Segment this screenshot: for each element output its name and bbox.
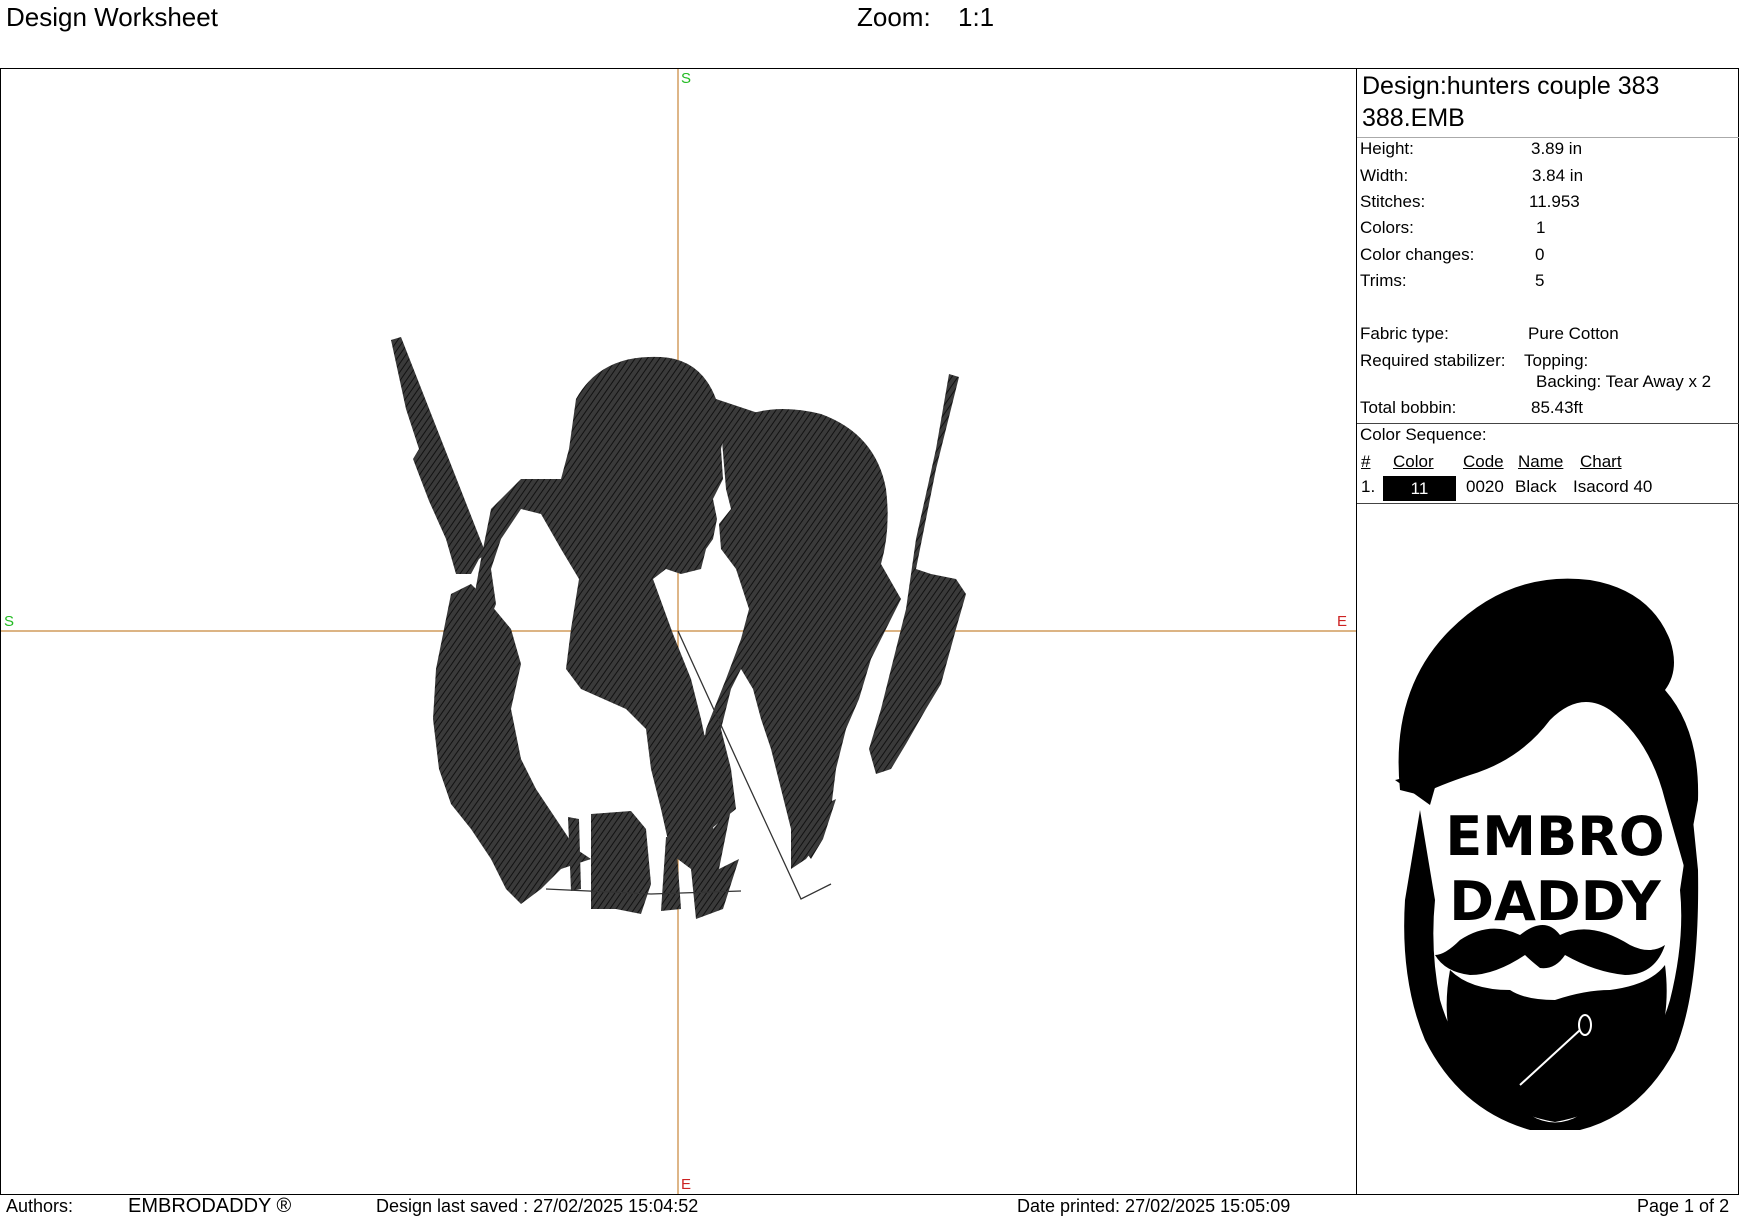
axis-left-label: S xyxy=(4,613,15,630)
width-value: 3.84 in xyxy=(1532,166,1584,185)
seq-header-num: # xyxy=(1361,452,1371,471)
authors-label: Authors: xyxy=(6,1196,74,1216)
worksheet-title: Design Worksheet xyxy=(6,2,218,32)
zoom-value: 1:1 xyxy=(958,2,995,32)
fabric-type-label: Fabric type: xyxy=(1360,324,1449,343)
seq-row-code: 0020 xyxy=(1466,477,1504,496)
seq-row-chart: Isacord 40 xyxy=(1573,477,1653,496)
seq-row-name: Black xyxy=(1515,477,1557,496)
panel-divider xyxy=(1357,503,1739,504)
beard-logo-icon: EMBRO DADDY xyxy=(1395,578,1699,1130)
fabric-type-value: Pure Cotton xyxy=(1528,324,1619,343)
design-preview xyxy=(1,69,1356,1194)
axis-bottom-label: E xyxy=(681,1176,692,1193)
stitches-value: 11.953 xyxy=(1529,192,1580,211)
color-changes-label: Color changes: xyxy=(1360,245,1475,264)
seq-row-num: 1. xyxy=(1361,477,1376,496)
width-label: Width: xyxy=(1360,166,1409,185)
stitches-label: Stitches: xyxy=(1360,192,1426,211)
trims-label: Trims: xyxy=(1360,271,1407,290)
stabilizer-label: Required stabilizer: xyxy=(1360,351,1506,370)
page-number: Page 1 of 2 xyxy=(1637,1196,1730,1216)
date-printed: Date printed: 27/02/2025 15:05:09 xyxy=(1017,1196,1291,1216)
trims-value: 5 xyxy=(1535,271,1545,290)
stabilizer-backing: Backing: Tear Away x 2 xyxy=(1536,372,1712,391)
panel-divider xyxy=(1357,137,1739,138)
design-canvas xyxy=(1,69,1356,1194)
color-swatch: 11 xyxy=(1383,476,1456,501)
color-changes-value: 0 xyxy=(1535,245,1545,264)
colors-value: 1 xyxy=(1536,218,1546,237)
height-label: Height: xyxy=(1360,139,1414,158)
seq-header-chart: Chart xyxy=(1580,452,1622,471)
legs-shape xyxy=(591,811,651,914)
axis-right-label: E xyxy=(1337,613,1348,630)
design-last-saved: Design last saved : 27/02/2025 15:04:52 xyxy=(376,1196,699,1216)
embrodaddy-logo: EMBRO DADDY xyxy=(1380,570,1715,1130)
zoom-label: Zoom: xyxy=(857,2,931,32)
logo-line2: DADDY xyxy=(1449,870,1661,933)
total-bobbin-value: 85.43ft xyxy=(1531,398,1583,417)
deer-silhouette-shape xyxy=(433,584,591,904)
colors-label: Colors: xyxy=(1360,218,1414,237)
authors-value: EMBRODADDY ® xyxy=(128,1195,292,1217)
stabilizer-topping: Topping: xyxy=(1524,351,1589,370)
design-title: Design:hunters couple 383 388.EMB xyxy=(1362,72,1660,132)
logo-line1: EMBRO xyxy=(1445,805,1664,868)
height-value: 3.89 in xyxy=(1531,139,1583,158)
seq-header-code: Code xyxy=(1463,452,1504,471)
seq-header-name: Name xyxy=(1518,452,1564,471)
axis-top-label: S xyxy=(681,70,692,87)
color-sequence-title: Color Sequence: xyxy=(1360,425,1487,444)
panel-divider xyxy=(1357,423,1739,424)
leg-left-shape xyxy=(568,817,581,891)
seq-header-color: Color xyxy=(1393,452,1434,471)
left-rifle-shape xyxy=(391,337,486,574)
total-bobbin-label: Total bobbin: xyxy=(1360,398,1457,417)
